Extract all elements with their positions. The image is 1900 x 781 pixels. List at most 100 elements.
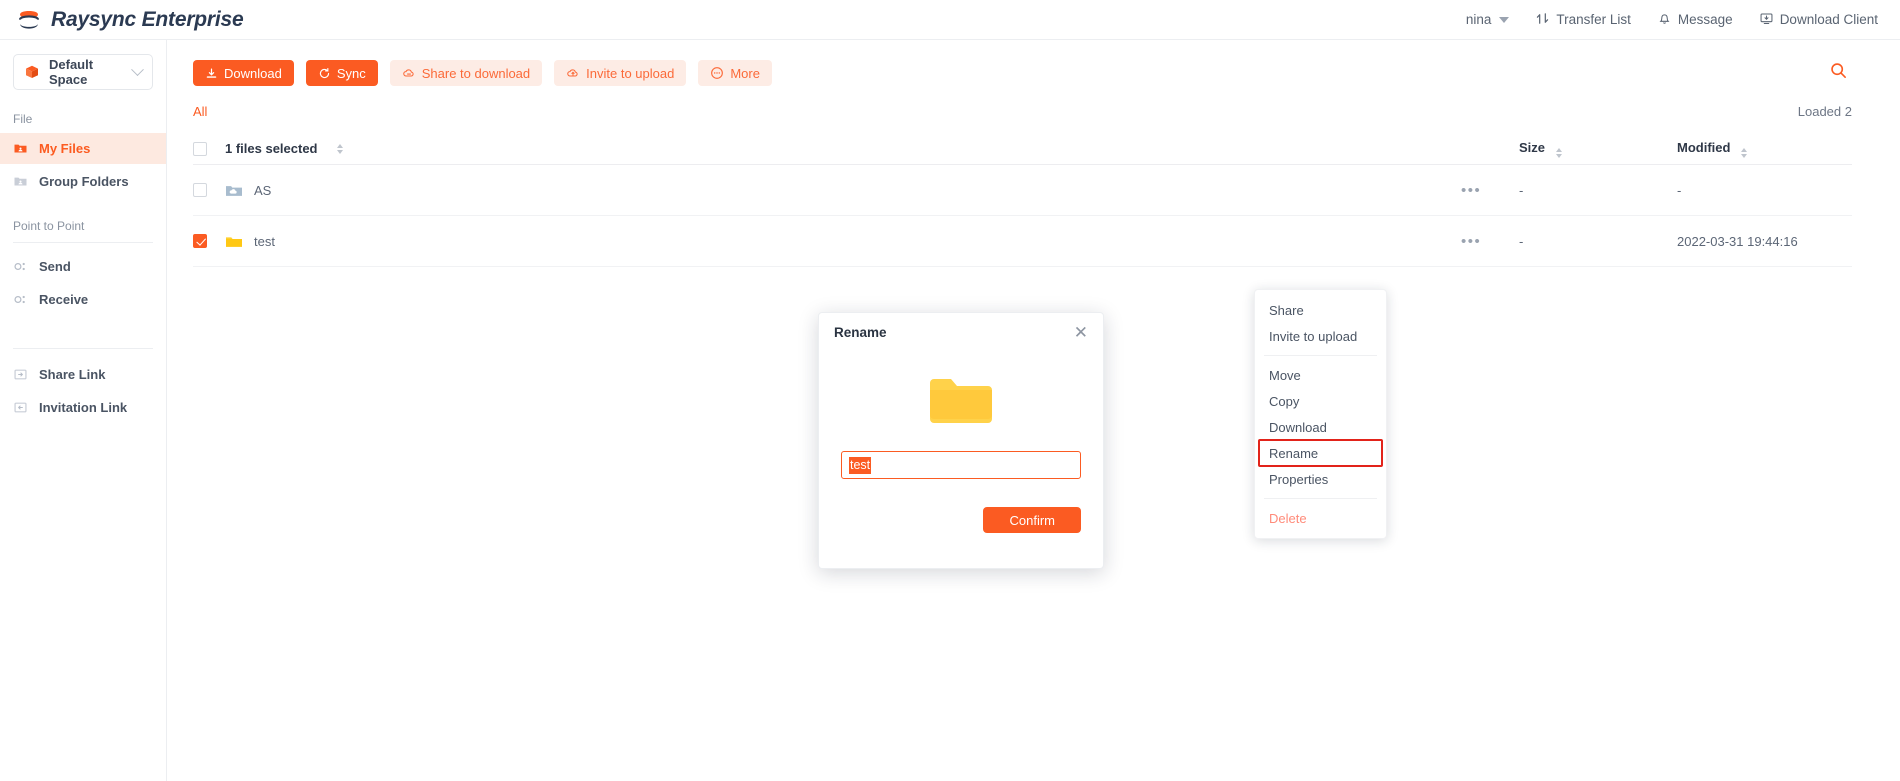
bell-icon [1657,11,1672,29]
brand-name: Raysync Enterprise [51,7,244,31]
row-size: - [1519,233,1524,249]
context-menu-item-share[interactable]: Share [1255,297,1386,323]
message-button[interactable]: Message [1657,11,1733,29]
receive-node-icon [13,292,28,307]
context-menu-item-copy[interactable]: Copy [1255,388,1386,414]
sidebar-item-share-link[interactable]: Share Link [0,359,166,390]
main-content: Download Sync Share to download Invite t… [167,40,1900,781]
more-button[interactable]: More [698,60,772,86]
checkbox [193,183,207,197]
loaded-count: Loaded 2 [1797,104,1852,119]
transfer-list-button[interactable]: Transfer List [1535,11,1631,29]
user-menu[interactable]: nina [1466,12,1510,27]
header-name[interactable]: 1 files selected [225,141,1461,156]
select-all-checkbox[interactable] [193,141,225,156]
context-menu-item-delete[interactable]: Delete [1255,505,1386,531]
download-icon [205,67,218,80]
sort-arrows-icon[interactable] [1741,147,1748,158]
row-modified: - [1677,182,1682,198]
yellow-folder-icon [225,234,242,249]
sync-icon [318,67,331,80]
row-context-menu: Share Invite to upload Move Copy Downloa… [1254,289,1387,539]
row-name-label: AS [254,182,272,198]
invitation-link-icon [13,400,28,415]
chevron-down-icon [1499,16,1510,23]
sidebar-item-receive[interactable]: Receive [0,284,166,315]
sidebar-item-label: Invitation Link [39,400,128,415]
header-modified[interactable]: Modified [1677,140,1852,158]
row-name-cell: test [225,234,1461,249]
download-client-button[interactable]: Download Client [1759,11,1878,29]
file-table: 1 files selected Size Modified AS ••• - … [193,133,1852,267]
message-label: Message [1677,12,1733,27]
sidebar-item-invitation-link[interactable]: Invitation Link [0,392,166,423]
context-menu-item-invite-to-upload[interactable]: Invite to upload [1255,323,1386,349]
row-checkbox[interactable] [193,183,225,197]
table-row[interactable]: AS ••• - - [193,165,1852,216]
row-modified: 2022-03-31 19:44:16 [1677,233,1798,249]
context-menu-divider [1264,355,1377,356]
transfer-list-label: Transfer List [1556,12,1631,27]
dialog-header: Rename ✕ [819,313,1103,351]
invite-to-upload-button[interactable]: Invite to upload [554,60,687,86]
yellow-folder-large-icon [841,363,1081,451]
transfer-icon [1535,11,1550,29]
header-size-label: Size [1519,139,1546,155]
app-header: Raysync Enterprise nina Transfer List Me… [0,0,1900,40]
sidebar-item-label: Receive [39,292,89,307]
breadcrumb: All Loaded 2 [167,86,1900,119]
monitor-download-icon [1759,11,1774,29]
row-size: - [1519,182,1524,198]
chevron-down-icon [131,62,144,76]
row-actions-menu[interactable]: ••• [1461,182,1519,199]
folder-group-icon [13,174,28,189]
sort-arrows-icon[interactable] [1555,147,1562,158]
download-button[interactable]: Download [193,60,294,86]
sidebar-item-group-folders[interactable]: Group Folders [0,166,166,197]
more-circle-icon [710,66,724,80]
folder-user-icon [13,141,28,156]
dialog-body: test [819,351,1103,479]
sidebar-item-label: Send [39,259,71,274]
rename-dialog: Rename ✕ test Confirm [818,312,1104,569]
context-menu-item-download[interactable]: Download [1255,414,1386,440]
header-size[interactable]: Size [1519,140,1677,158]
rename-input[interactable]: test [841,451,1081,479]
row-actions-menu[interactable]: ••• [1461,233,1519,250]
header-actions: nina Transfer List Message Download Clie… [1466,11,1878,29]
context-menu-item-properties[interactable]: Properties [1255,466,1386,492]
sidebar-item-send[interactable]: Send [0,251,166,282]
confirm-button[interactable]: Confirm [983,507,1081,533]
raysync-stack-icon [16,7,42,33]
header-name-label: 1 files selected [225,141,318,156]
share-link-icon [13,367,28,382]
brand[interactable]: Raysync Enterprise [16,7,244,33]
rename-input-value: test [849,456,872,474]
cloud-folder-icon [225,183,242,198]
dialog-title: Rename [834,324,887,340]
sidebar-item-label: Share Link [39,367,106,382]
sidebar-item-label: Group Folders [39,174,129,189]
table-row[interactable]: test ••• - 2022-03-31 19:44:16 [193,216,1852,267]
search-icon[interactable] [1824,56,1852,84]
context-menu-item-rename[interactable]: Rename [1258,439,1383,467]
header-modified-label: Modified [1677,139,1731,155]
context-menu-item-move[interactable]: Move [1255,362,1386,388]
user-name: nina [1465,12,1492,27]
close-icon[interactable]: ✕ [1074,324,1088,341]
breadcrumb-all[interactable]: All [193,104,207,119]
row-checkbox[interactable] [193,234,225,248]
file-toolbar: Download Sync Share to download Invite t… [167,40,1900,86]
checkbox [193,141,207,156]
context-menu-divider [1264,498,1377,499]
cloud-upload-icon [566,66,580,80]
sync-button[interactable]: Sync [305,60,378,86]
sort-arrows-icon[interactable] [336,143,343,154]
space-selector[interactable]: Default Space [13,54,153,90]
sidebar-item-my-files[interactable]: My Files [0,133,166,164]
invite-to-upload-label: Invite to upload [586,65,675,81]
sync-button-label: Sync [336,65,366,81]
download-client-label: Download Client [1779,12,1878,27]
share-to-download-button[interactable]: Share to download [389,60,543,86]
row-name-label: test [254,233,275,249]
